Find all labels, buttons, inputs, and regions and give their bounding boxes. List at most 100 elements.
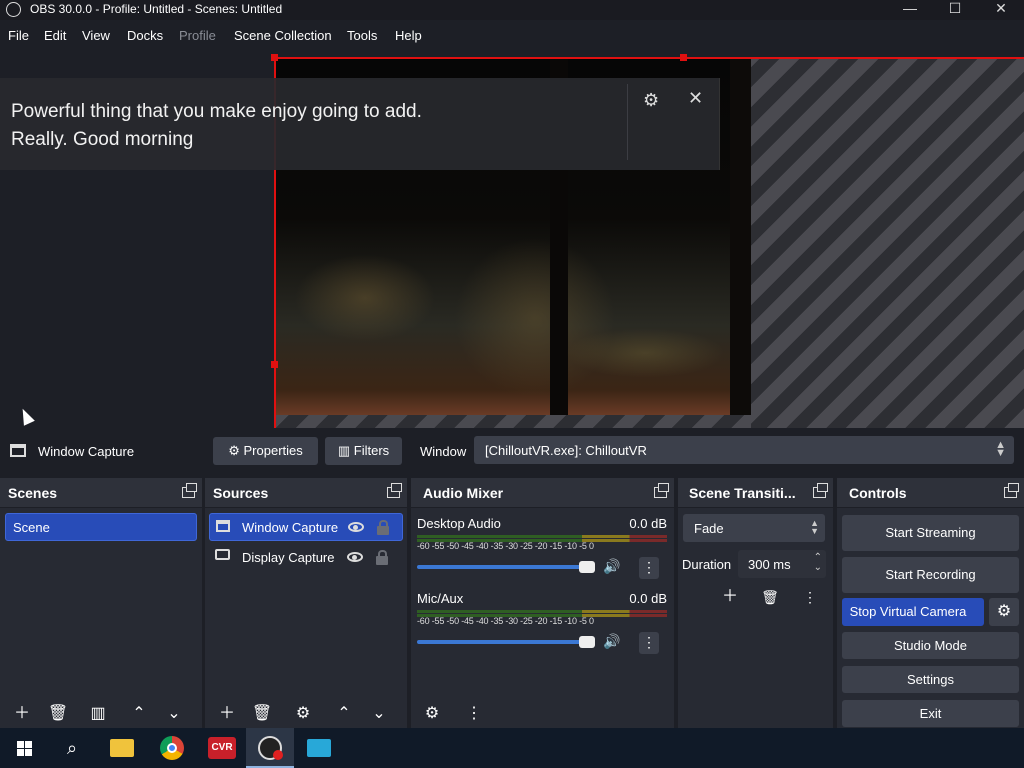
channel-level: 0.0 dB — [629, 516, 667, 531]
speaker-icon[interactable]: 🔊 — [603, 558, 620, 575]
undock-icon[interactable] — [1004, 483, 1019, 498]
volume-slider[interactable] — [417, 561, 595, 573]
settings-button[interactable]: Settings — [842, 666, 1019, 693]
minimize-button[interactable]: — — [887, 0, 933, 20]
chrome-center — [167, 743, 177, 753]
stop-virtual-camera-button[interactable]: Stop Virtual Camera — [842, 598, 984, 626]
chrome-icon[interactable] — [148, 728, 196, 768]
search-icon[interactable]: ⌕ — [48, 728, 96, 768]
chevron-down-icon[interactable]: ⌄ — [161, 702, 187, 726]
virtual-camera-settings-gear-icon[interactable]: ⚙ — [989, 598, 1019, 626]
filters-label: Filters — [353, 443, 390, 458]
channel-name: Mic/Aux — [417, 591, 464, 606]
speaker-icon[interactable]: 🔊 — [603, 633, 620, 650]
meter-tick: -25 — [520, 616, 533, 626]
chevron-down-icon[interactable]: ⌄ — [366, 702, 392, 726]
out-of-bounds-hatch — [751, 58, 1024, 428]
undock-icon[interactable] — [182, 483, 197, 498]
add-icon[interactable]: ＋ — [214, 702, 240, 726]
maximize-button[interactable]: ☐ — [932, 0, 978, 20]
properties-button[interactable]: ⚙ Properties — [213, 437, 318, 465]
obs-icon[interactable] — [246, 728, 294, 768]
spin-arrows-icon[interactable]: ⌃ ⌄ — [814, 553, 822, 573]
resize-handle-top[interactable] — [680, 54, 687, 61]
close-icon[interactable]: ✕ — [688, 88, 703, 109]
menu-view[interactable]: View — [82, 28, 110, 43]
undock-icon[interactable] — [813, 483, 828, 498]
preview-canvas[interactable]: Powerful thing that you make enjoy going… — [0, 50, 1024, 428]
meter-tick: -55 — [431, 616, 445, 626]
filters-button[interactable]: ▥ Filters — [325, 437, 402, 465]
studio-mode-button[interactable]: Studio Mode — [842, 632, 1019, 659]
menu-help[interactable]: Help — [395, 28, 422, 43]
more-options-icon[interactable]: ⋮ — [639, 557, 659, 579]
source-item-label: Window Capture — [242, 520, 339, 535]
sources-toolbar: ＋ 🗑 ⚙ ⌃ ⌄ — [205, 700, 407, 728]
eye-icon[interactable] — [347, 552, 363, 562]
undock-icon[interactable] — [387, 483, 402, 498]
file-explorer-icon[interactable] — [98, 728, 146, 768]
eye-icon[interactable] — [348, 522, 364, 532]
more-options-icon[interactable]: ⋮ — [796, 585, 824, 609]
resize-handle-left[interactable] — [271, 361, 278, 368]
notes-shape — [307, 739, 331, 757]
menu-tools[interactable]: Tools — [347, 28, 377, 43]
notes-app-icon[interactable] — [295, 728, 343, 768]
source-item-window-capture[interactable]: Window Capture — [209, 513, 403, 541]
chevron-up-down-icon: ▲ ▼ — [995, 439, 1006, 459]
start-pane-2 — [25, 741, 32, 748]
transition-select[interactable]: Fade ▲ ▼ — [683, 514, 825, 542]
menu-edit[interactable]: Edit — [44, 28, 66, 43]
menu-profile[interactable]: Profile — [179, 28, 216, 43]
trash-icon[interactable]: 🗑 — [249, 702, 275, 726]
lock-icon[interactable] — [377, 520, 389, 535]
scene-item[interactable]: Scene — [5, 513, 197, 541]
chevron-up-icon[interactable]: ⌃ — [126, 702, 152, 726]
volume-slider[interactable] — [417, 636, 595, 648]
exit-button[interactable]: Exit — [842, 700, 1019, 727]
notification-text: Powerful thing that you make enjoy going… — [11, 98, 422, 154]
start-recording-button[interactable]: Start Recording — [842, 557, 1019, 593]
gear-icon[interactable]: ⚙ — [643, 90, 659, 111]
window-capture-icon — [10, 444, 26, 457]
channel-name: Desktop Audio — [417, 516, 501, 531]
meter-tick: -15 — [549, 541, 563, 551]
close-window-button[interactable]: ✕ — [978, 0, 1024, 20]
more-options-icon[interactable]: ⋮ — [639, 632, 659, 654]
duration-spinbox[interactable]: 300 ms ⌃ ⌄ — [738, 550, 826, 578]
filters-icon[interactable]: ▥ — [85, 702, 111, 726]
start-streaming-button[interactable]: Start Streaming — [842, 515, 1019, 551]
audio-mixer-dock: Audio Mixer Desktop Audio 0.0 dB -60 -55… — [411, 478, 674, 728]
notification-line-2: Really. Good morning — [11, 129, 194, 150]
volume-slider-knob[interactable] — [579, 561, 595, 573]
window-select-value: [ChilloutVR.exe]: ChilloutVR — [485, 443, 647, 458]
gear-icon[interactable]: ⚙ — [290, 702, 316, 726]
window-select[interactable]: [ChilloutVR.exe]: ChilloutVR ▲ ▼ — [474, 436, 1014, 464]
advanced-audio-gear-icon[interactable]: ⚙ — [419, 702, 445, 726]
meter-bar-left — [417, 610, 667, 613]
source-item-display-capture[interactable]: Display Capture — [209, 543, 403, 571]
menu-file[interactable]: File — [8, 28, 29, 43]
more-options-icon[interactable]: ⋮ — [461, 702, 487, 726]
windows-start-icon[interactable] — [0, 728, 48, 768]
sources-dock: Sources Window Capture Display Capture ＋… — [205, 478, 407, 728]
trash-icon[interactable]: 🗑 — [45, 702, 71, 726]
meter-tick: -30 — [505, 616, 518, 626]
meter-tick: -20 — [534, 541, 548, 551]
lock-icon[interactable] — [376, 550, 388, 565]
trash-icon[interactable]: 🗑 — [756, 585, 784, 609]
menu-scene-collection[interactable]: Scene Collection — [234, 28, 332, 43]
menu-docks[interactable]: Docks — [127, 28, 163, 43]
chevron-up-icon[interactable]: ⌃ — [331, 702, 357, 726]
meter-ticks: -60 -55 -50 -45 -40 -35 -30 -25 -20 -15 … — [417, 541, 594, 551]
volume-slider-knob[interactable] — [579, 636, 595, 648]
add-icon[interactable]: ＋ — [9, 702, 35, 726]
undock-icon[interactable] — [654, 483, 669, 498]
resize-handle-top-left[interactable] — [271, 54, 278, 61]
meter-tick: -45 — [461, 616, 474, 626]
add-icon[interactable]: ＋ — [716, 585, 744, 609]
meter-tick: -50 — [446, 541, 459, 551]
chilloutvr-icon[interactable]: CVR — [198, 728, 246, 768]
start-pane-4 — [25, 749, 32, 756]
obs-app-icon — [6, 2, 21, 17]
